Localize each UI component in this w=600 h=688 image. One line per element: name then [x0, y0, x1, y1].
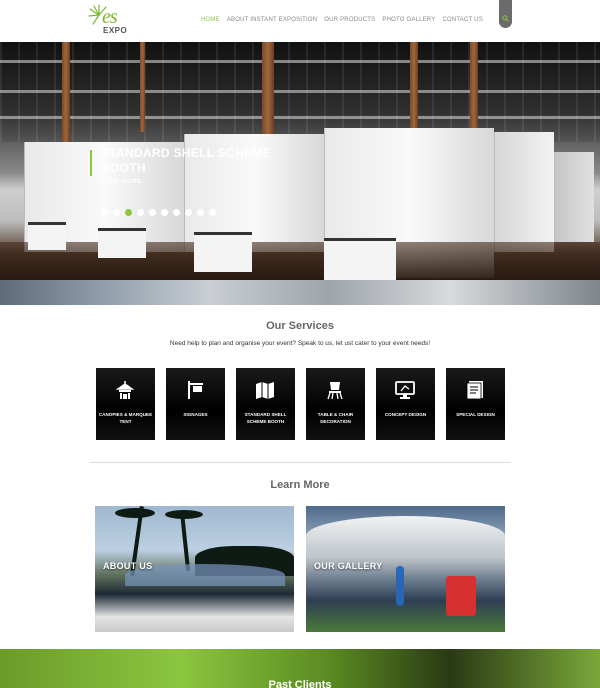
service-special-design[interactable]: SPECIAL DESIGN [446, 368, 505, 440]
slider-dot[interactable] [113, 209, 120, 216]
booth-counter [324, 238, 396, 280]
decor-booth [446, 576, 476, 616]
booth-wall [494, 132, 554, 252]
view-more-link[interactable]: VIEW MORE → [101, 179, 151, 185]
map-icon [256, 382, 274, 399]
booth-counter [98, 228, 146, 258]
service-shell-scheme[interactable]: STANDARD SHELL SCHEME BOOTH [236, 368, 295, 440]
services-subtitle: Need help to plan and organise your even… [169, 340, 431, 347]
hero-floor [0, 242, 600, 280]
slider-dots [101, 209, 216, 216]
search-button[interactable] [499, 0, 512, 28]
signboard-icon [188, 381, 203, 399]
service-table-chair[interactable]: TABLE & CHAIR DECORATION [306, 368, 365, 440]
hero-pillar [470, 42, 478, 132]
past-clients-title: Past Clients [268, 679, 332, 688]
hero-pillar [140, 42, 145, 132]
slider-dot[interactable] [173, 209, 180, 216]
hero-title: STANDARD SHELL SCHEME BOOTH [101, 146, 271, 175]
our-gallery-label: OUR GALLERY [314, 561, 383, 571]
main-nav: HOME ABOUT INSTANT EXPOSITION OUR PRODUC… [201, 17, 483, 23]
learn-more-title: Learn More [270, 479, 330, 491]
past-clients-section: Past Clients [0, 649, 600, 688]
search-icon [502, 15, 509, 22]
palm-tree [179, 510, 191, 572]
balloon-pillar [396, 566, 404, 606]
chair-icon [327, 382, 343, 400]
hero-accent-bar [90, 150, 92, 176]
palm-tree [115, 508, 155, 518]
section-divider [90, 462, 511, 463]
site-header: es EXPO HOME ABOUT INSTANT EXPOSITION OU… [0, 0, 600, 42]
booth-counter [28, 222, 66, 250]
service-canopies[interactable]: CANOPIES & MARQUEE TENT [96, 368, 155, 440]
hero-truss [0, 116, 600, 119]
gallery-canopy [306, 516, 505, 556]
service-signages[interactable]: SIGNAGES [166, 368, 225, 440]
booth-counter [194, 232, 252, 272]
palm-tree [165, 510, 203, 519]
slider-dot[interactable] [101, 209, 108, 216]
hero-slider[interactable]: STANDARD SHELL SCHEME BOOTH VIEW MORE → [0, 42, 600, 280]
nav-contact[interactable]: CONTACT US [442, 17, 482, 23]
es-expo-logo[interactable]: es EXPO [88, 4, 128, 38]
slider-dot[interactable] [161, 209, 168, 216]
monitor-icon [395, 381, 415, 399]
tent-icon [115, 381, 135, 399]
hero-bottom-strip [0, 280, 600, 305]
service-label: SIGNAGES [183, 412, 208, 417]
slider-dot[interactable] [185, 209, 192, 216]
hero-pillar [262, 42, 274, 142]
services-grid: CANOPIES & MARQUEE TENT SIGNAGES STANDAR… [96, 368, 505, 440]
service-label: STANDARD SHELL SCHEME BOOTH [244, 412, 287, 424]
about-us-label: ABOUT US [103, 561, 153, 571]
our-gallery-panel[interactable]: OUR GALLERY [306, 506, 505, 632]
nav-about[interactable]: ABOUT INSTANT EXPOSITION [227, 17, 317, 23]
document-icon [466, 381, 483, 400]
slider-dot[interactable] [209, 209, 216, 216]
services-title: Our Services [266, 320, 334, 332]
hero-truss [0, 60, 600, 63]
nav-gallery[interactable]: PHOTO GALLERY [382, 17, 435, 23]
hero-truss [0, 90, 600, 93]
service-concept-design[interactable]: CONCEPT DESIGN [376, 368, 435, 440]
slider-dot-active[interactable] [125, 209, 132, 216]
booth-wall [554, 152, 594, 242]
service-label: CONCEPT DESIGN [384, 412, 427, 417]
service-label: CANOPIES & MARQUEE TENT [98, 412, 153, 424]
slider-dot[interactable] [149, 209, 156, 216]
nav-home[interactable]: HOME [201, 17, 220, 23]
logo-subtext: EXPO [103, 26, 128, 35]
service-label: TABLE & CHAIR DECORATION [317, 412, 354, 424]
nav-products[interactable]: OUR PRODUCTS [324, 17, 375, 23]
slider-dot[interactable] [197, 209, 204, 216]
about-us-panel[interactable]: ABOUT US [95, 506, 294, 632]
slider-dot[interactable] [137, 209, 144, 216]
service-label: SPECIAL DESIGN [456, 412, 495, 417]
